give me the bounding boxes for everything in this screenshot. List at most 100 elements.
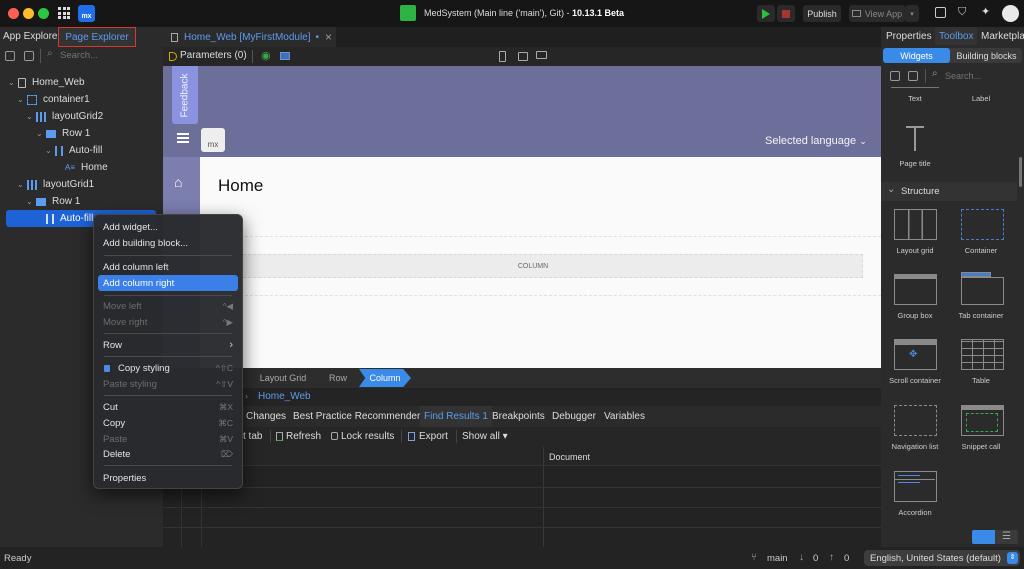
menu-item-cut[interactable]: Cut ⌘X xyxy=(98,399,238,415)
tab-variables[interactable]: Variables xyxy=(604,411,645,422)
toolbox-item-table[interactable]: Table xyxy=(949,376,1013,385)
refresh-button[interactable]: Refresh xyxy=(286,431,321,442)
tree-item-row1[interactable]: ⌄ Row 1 xyxy=(36,125,90,142)
menu-item-properties[interactable]: Properties xyxy=(98,470,238,486)
toolbox-item-navigation-list[interactable]: Navigation list xyxy=(883,442,947,451)
tab-debugger[interactable]: Debugger xyxy=(552,411,596,422)
toolbox-item-text[interactable]: Text xyxy=(883,94,947,103)
tree-item-auto-fill[interactable]: ⌄ Auto-fill xyxy=(45,142,102,159)
minimize-window-button[interactable] xyxy=(23,8,34,19)
expand-all-icon[interactable] xyxy=(908,71,918,81)
stop-button[interactable] xyxy=(777,5,795,22)
export-button[interactable]: Export xyxy=(419,431,448,442)
menu-item-copy-styling[interactable]: Copy styling ^⇧C xyxy=(98,360,238,376)
tree-item-layoutgrid1[interactable]: ⌄ layoutGrid1 xyxy=(17,176,94,193)
chevron-down-icon[interactable]: ⌄ xyxy=(26,112,36,121)
show-all-dropdown[interactable]: Show all ▾ xyxy=(462,431,508,442)
expand-all-icon[interactable] xyxy=(24,51,34,61)
breadcrumb-row[interactable]: Row xyxy=(316,368,360,388)
tab-best-practice-recommender[interactable]: Best Practice Recommender xyxy=(293,411,420,422)
tablet-view-icon[interactable] xyxy=(518,52,528,61)
menu-item-copy[interactable]: Copy ⌘C xyxy=(98,415,238,431)
apps-grid-icon[interactable] xyxy=(58,7,70,19)
tab-page-explorer[interactable]: Page Explorer xyxy=(58,27,136,47)
tab-breakpoints[interactable]: Breakpoints xyxy=(492,411,545,422)
tab-title: Home_Web [MyFirstModule] xyxy=(184,31,311,43)
parameters-button[interactable]: Parameters (0) xyxy=(180,50,247,61)
path-home-web[interactable]: Home_Web xyxy=(258,391,311,402)
tab-app-explorer[interactable]: App Explorer xyxy=(3,31,61,42)
next-tab-button[interactable]: t tab xyxy=(243,431,262,442)
chevron-down-icon[interactable]: ⌄ xyxy=(17,180,27,189)
tab-changes[interactable]: Changes xyxy=(246,411,286,422)
menu-item-add-column-left[interactable]: Add column left xyxy=(98,259,238,275)
tree-item-home-web[interactable]: ⌄ Home_Web xyxy=(8,74,85,91)
tab-toolbox[interactable]: Toolbox xyxy=(935,27,978,45)
menu-item-delete[interactable]: Delete ⌦ xyxy=(98,446,238,462)
chevron-down-icon[interactable]: ⌄ xyxy=(8,78,18,87)
toolbox-item-container[interactable]: Container xyxy=(949,246,1013,255)
menu-item-add-widget[interactable]: Add widget... xyxy=(98,219,238,235)
close-tab-icon[interactable]: × xyxy=(325,30,332,44)
tab-home-web[interactable]: Home_Web [MyFirstModule] • × xyxy=(163,27,336,47)
tab-find-results[interactable]: Find Results 1 xyxy=(420,406,492,427)
toolbox-item-group-box[interactable]: Group box xyxy=(883,311,947,320)
maximize-window-button[interactable] xyxy=(38,8,49,19)
sparkle-icon[interactable]: ✦ xyxy=(981,5,990,18)
column-header-document[interactable]: Document xyxy=(549,452,590,462)
tab-properties[interactable]: Properties xyxy=(886,31,932,42)
menu-item-row[interactable]: Row › xyxy=(98,337,238,353)
toolbox-item-snippet-call[interactable]: Snippet call xyxy=(949,442,1013,451)
tab-marketplace[interactable]: Marketpla xyxy=(981,31,1024,42)
toolbox-item-scroll-container[interactable]: Scroll container xyxy=(883,376,947,385)
subtab-widgets[interactable]: Widgets xyxy=(883,48,950,63)
collapse-all-icon[interactable] xyxy=(890,71,900,81)
tree-item-row1[interactable]: ⌄ Row 1 xyxy=(26,193,80,210)
toolbox-search-input[interactable] xyxy=(945,69,1017,83)
search-input[interactable] xyxy=(60,48,155,63)
home-icon[interactable]: ⌂ xyxy=(174,174,182,190)
branch-name[interactable]: main xyxy=(767,553,788,564)
breadcrumb-layout-grid[interactable]: Layout Grid xyxy=(248,368,318,388)
hamburger-menu-icon[interactable] xyxy=(177,133,189,143)
close-window-button[interactable] xyxy=(8,8,19,19)
toolbox-item-accordion[interactable]: Accordion xyxy=(883,508,947,517)
phone-view-icon[interactable] xyxy=(499,51,506,62)
lock-results-button[interactable]: Lock results xyxy=(341,431,394,442)
breadcrumb-column[interactable]: Column xyxy=(359,369,411,387)
column-placeholder[interactable]: COLUMN xyxy=(203,254,863,278)
chevron-down-icon[interactable]: ⌄ xyxy=(26,197,36,206)
cart-icon[interactable]: ⛉ xyxy=(958,6,966,19)
chevron-down-icon[interactable]: ⌄ xyxy=(36,129,46,138)
menu-item-add-building-block[interactable]: Add building block... xyxy=(98,235,238,251)
language-selector[interactable]: Selected language ⌄ xyxy=(765,135,867,147)
tree-item-home[interactable]: A≡ Home xyxy=(55,159,108,176)
toolbox-item-page-title[interactable]: Page title xyxy=(883,159,947,168)
language-dropdown[interactable]: English, United States (default) ⇕ xyxy=(864,550,1020,566)
chevron-down-icon[interactable]: ⌄ xyxy=(45,146,55,155)
view-app-dropdown[interactable]: ▾ xyxy=(905,5,919,22)
toolbox-item-layout-grid[interactable]: Layout grid xyxy=(883,246,947,255)
tree-item-layoutgrid2[interactable]: ⌄ layoutGrid2 xyxy=(26,108,103,125)
collapse-all-icon[interactable] xyxy=(5,51,15,61)
chevron-down-icon[interactable]: ⌄ xyxy=(17,95,27,104)
view-app-button[interactable]: View App xyxy=(849,5,905,22)
list-view-toggle[interactable]: ☰ xyxy=(995,530,1018,544)
grid-view-toggle[interactable] xyxy=(972,530,995,544)
run-button[interactable] xyxy=(757,5,775,22)
feedback-tab[interactable]: Feedback xyxy=(172,66,198,124)
subtab-building-blocks[interactable]: Building blocks xyxy=(951,48,1022,63)
page-header: Feedback mx Selected language ⌄ xyxy=(163,66,881,157)
section-structure[interactable]: ⌄ Structure xyxy=(881,182,1017,201)
eye-icon[interactable]: ◉ xyxy=(261,49,271,62)
toolbox-scrollbar[interactable] xyxy=(1019,157,1022,187)
desktop-view-icon[interactable] xyxy=(536,51,547,59)
user-avatar[interactable] xyxy=(1002,5,1019,22)
publish-button[interactable]: Publish xyxy=(803,5,841,22)
tree-item-container1[interactable]: ⌄ container1 xyxy=(17,91,90,108)
menu-item-add-column-right[interactable]: Add column right xyxy=(98,275,238,291)
toolbox-item-label[interactable]: Label xyxy=(949,94,1013,103)
chat-icon[interactable] xyxy=(935,7,946,18)
toolbox-item-tab-container[interactable]: Tab container xyxy=(949,311,1013,320)
structure-mode-icon[interactable] xyxy=(280,52,290,60)
